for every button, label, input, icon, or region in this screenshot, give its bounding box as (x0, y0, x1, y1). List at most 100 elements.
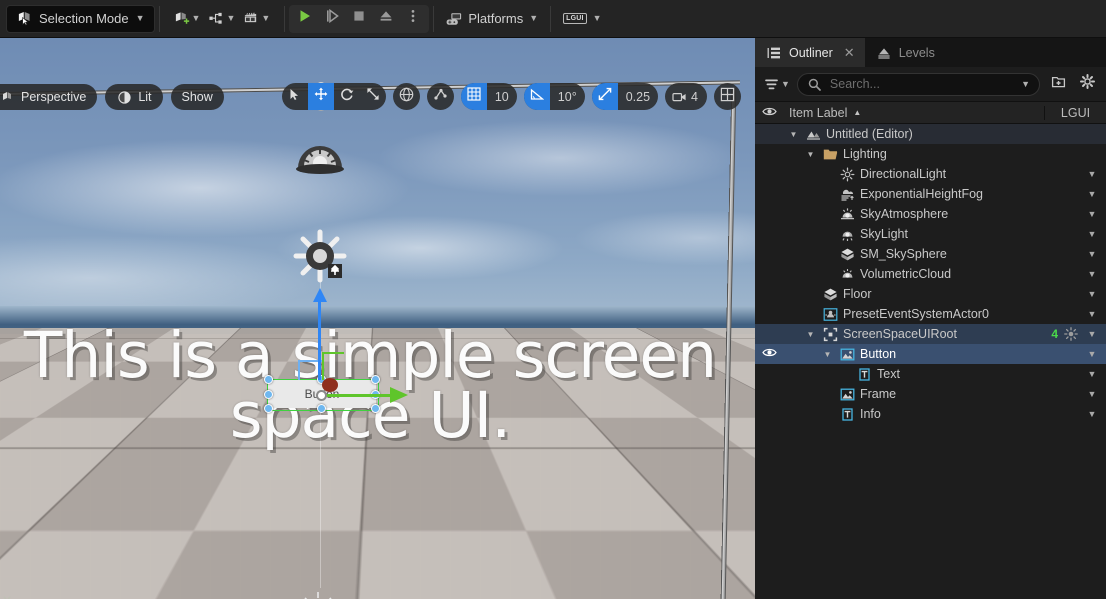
search-input[interactable] (829, 77, 1015, 91)
outliner-row-sm-skysphere[interactable]: SM_SkySphere ▼ (755, 244, 1106, 264)
row-menu-chevron-icon[interactable]: ▼ (1084, 289, 1100, 299)
visibility-column-header[interactable] (755, 106, 783, 120)
resize-handle-bl[interactable] (264, 404, 273, 413)
play-button[interactable] (292, 6, 318, 32)
outliner-row-frame[interactable]: Frame ▼ (755, 384, 1106, 404)
move-tool-button[interactable] (307, 83, 334, 110)
row-menu-chevron-icon[interactable]: ▼ (1084, 169, 1100, 179)
directional-light-sprite[interactable] (290, 226, 350, 286)
play-more-options-button[interactable] (400, 6, 426, 32)
stop-button[interactable] (346, 6, 372, 32)
angle-snap-toggle[interactable] (523, 83, 550, 110)
lgui-column-header[interactable]: LGUI (1044, 105, 1106, 120)
volumetric-cloud-sprite[interactable] (298, 586, 338, 599)
add-actor-button[interactable]: ▼ (170, 5, 205, 33)
outliner-row-exponentialheightfog[interactable]: ExponentialHeightFog ▼ (755, 184, 1106, 204)
item-label-column-header[interactable]: Item Label ▲ (783, 106, 1044, 120)
grid-snap-cluster: 10 (460, 83, 517, 110)
visibility-eye-icon (761, 347, 777, 361)
skip-play-button[interactable] (319, 6, 345, 32)
selection-mode-button[interactable]: Selection Mode ▼ (6, 4, 155, 33)
select-tool-button[interactable] (282, 83, 308, 110)
gamepad-icon (446, 11, 462, 27)
gizmo-center-handle[interactable] (316, 390, 327, 401)
rotate-tool-button[interactable] (334, 83, 360, 110)
expander-twisty-icon[interactable]: ▼ (804, 150, 817, 159)
world-icon (805, 126, 821, 142)
filter-button[interactable]: ▼ (763, 76, 790, 92)
eject-button[interactable] (373, 6, 399, 32)
view-mode-button[interactable]: Lit (105, 84, 163, 110)
outliner-row-directionallight[interactable]: DirectionalLight ▼ (755, 164, 1106, 184)
grid-snap-value[interactable]: 10 (487, 83, 517, 110)
row-menu-chevron-icon[interactable]: ▼ (1084, 209, 1100, 219)
resize-handle-bc[interactable] (317, 404, 326, 413)
search-box[interactable]: ▼ (796, 72, 1040, 96)
row-menu-chevron-icon[interactable]: ▼ (1084, 249, 1100, 259)
expander-twisty-icon[interactable]: ▼ (787, 130, 800, 139)
outliner-row-untitled-editor[interactable]: ▼ Untitled (Editor) (755, 124, 1106, 144)
show-label: Show (181, 90, 213, 104)
resize-handle-br[interactable] (371, 404, 380, 413)
outliner-row-button[interactable]: ▼ Button ▼ (755, 344, 1106, 364)
platforms-button[interactable]: Platforms ▼ (438, 5, 546, 33)
outliner-row-lighting[interactable]: ▼ Lighting (755, 144, 1106, 164)
row-menu-chevron-icon[interactable]: ▼ (1084, 349, 1100, 359)
scale-snap-value[interactable]: 0.25 (618, 83, 658, 110)
settings-button[interactable] (1076, 73, 1098, 95)
expander-twisty-icon[interactable]: ▼ (804, 330, 817, 339)
unreal-editor-window: Selection Mode ▼ ▼ ▼ ▼ Platforms ▼ LGUI … (0, 0, 1106, 599)
row-menu-chevron-icon[interactable]: ▼ (1084, 369, 1100, 379)
row-menu-chevron-icon[interactable]: ▼ (1084, 329, 1100, 339)
outliner-row-skyatmosphere[interactable]: SkyAtmosphere ▼ (755, 204, 1106, 224)
outliner-row-floor[interactable]: Floor ▼ (755, 284, 1106, 304)
gizmo-plane-xz-edge[interactable] (298, 360, 300, 380)
outliner-row-volumetriccloud[interactable]: VolumetricCloud ▼ (755, 264, 1106, 284)
row-menu-chevron-icon[interactable]: ▼ (1084, 389, 1100, 399)
row-label: Info (860, 407, 881, 421)
scale-tool-button[interactable] (360, 83, 386, 110)
blueprints-button[interactable]: ▼ (204, 5, 239, 33)
resize-handle-ml[interactable] (264, 390, 273, 399)
row-menu-chevron-icon[interactable]: ▼ (1084, 229, 1100, 239)
cinematics-button[interactable]: ▼ (239, 5, 274, 33)
gizmo-axis-z[interactable] (318, 296, 321, 380)
outliner-row-preseteventsystemactor0[interactable]: PresetEventSystemActor0 ▼ (755, 304, 1106, 324)
chevron-down-icon[interactable]: ▼ (1021, 79, 1030, 89)
row-menu-chevron-icon[interactable]: ▼ (1084, 189, 1100, 199)
angle-snap-value[interactable]: 10° (550, 83, 585, 110)
row-content: ExponentialHeightFog (783, 186, 1084, 202)
close-icon[interactable]: ✕ (844, 45, 855, 61)
sky-atmosphere-sprite[interactable] (292, 136, 349, 184)
add-folder-button[interactable] (1047, 73, 1069, 95)
surface-snap-button[interactable] (426, 83, 454, 110)
lgui-menu-button[interactable]: LGUI ▼ (555, 5, 609, 33)
outliner-tree[interactable]: ▼ Untitled (Editor) ▼ Lighting DirectionalLi… (755, 124, 1106, 599)
gizmo-axis-x[interactable] (322, 394, 392, 397)
gizmo-plane-xy[interactable] (322, 352, 324, 380)
resize-handle-tr[interactable] (371, 375, 380, 384)
camera-speed-control[interactable]: 4 (665, 83, 707, 110)
show-menu-button[interactable]: Show (170, 84, 224, 110)
lgui-sprite-icon (839, 346, 855, 362)
expander-twisty-icon[interactable]: ▼ (821, 350, 834, 359)
resize-handle-tl[interactable] (264, 375, 273, 384)
lgui-sun-icon (1063, 326, 1079, 342)
row-visibility-toggle[interactable] (755, 347, 783, 361)
viewport-layout-button[interactable] (714, 83, 741, 110)
grid-snap-toggle[interactable] (460, 83, 487, 110)
level-viewport[interactable]: This is a simple screen space UI. Button… (0, 38, 755, 599)
row-menu-chevron-icon[interactable]: ▼ (1084, 269, 1100, 279)
row-menu-chevron-icon[interactable]: ▼ (1084, 409, 1100, 419)
perspective-button[interactable]: Perspective (0, 84, 98, 110)
tab-outliner[interactable]: Outliner ✕ (755, 38, 865, 67)
tab-levels[interactable]: Levels (865, 38, 945, 67)
outliner-row-info[interactable]: Info ▼ (755, 404, 1106, 424)
gizmo-plane-xy-edge[interactable] (322, 352, 344, 354)
outliner-row-text[interactable]: Text ▼ (755, 364, 1106, 384)
row-menu-chevron-icon[interactable]: ▼ (1084, 309, 1100, 319)
outliner-row-screenspaceuiroot[interactable]: ▼ ScreenSpaceUIRoot 4 ▼ (755, 324, 1106, 344)
scale-snap-toggle[interactable] (591, 83, 618, 110)
outliner-row-skylight[interactable]: SkyLight ▼ (755, 224, 1106, 244)
world-space-button[interactable] (392, 83, 420, 110)
